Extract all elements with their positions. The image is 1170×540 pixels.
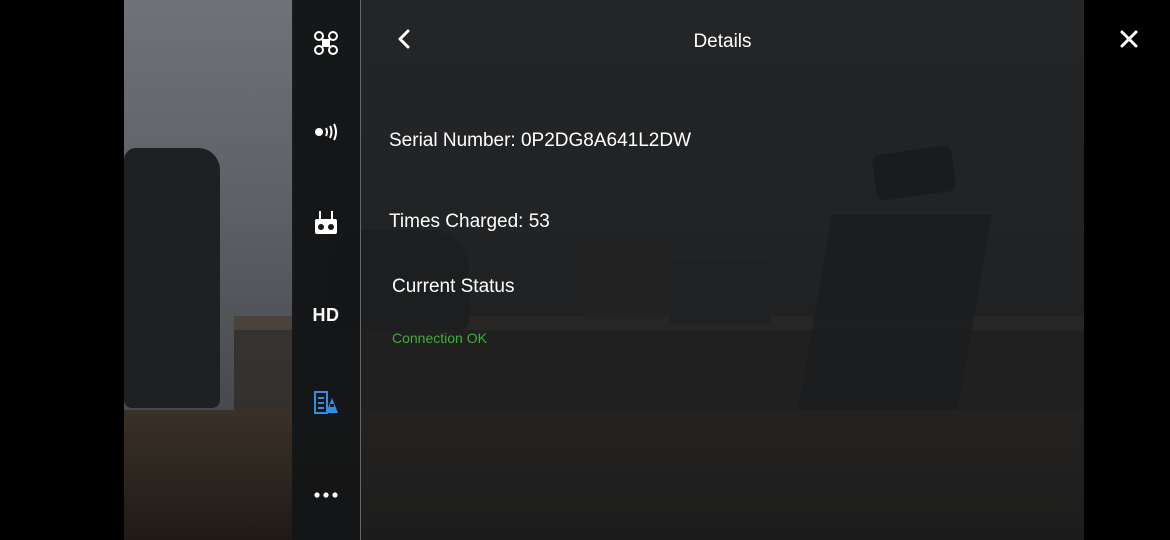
settings-sidebar: HD: [292, 0, 361, 540]
sidebar-item-aircraft[interactable]: [292, 23, 360, 67]
sidebar-item-hd[interactable]: HD: [292, 293, 360, 337]
sidebar-item-signal[interactable]: [292, 112, 360, 156]
status-value: Connection OK: [392, 330, 487, 346]
remote-controller-icon: [313, 209, 339, 242]
sidebar-item-more[interactable]: [292, 473, 360, 517]
more-icon: [313, 486, 339, 504]
close-icon: [1119, 29, 1139, 54]
page-title: Details: [693, 31, 752, 52]
battery-info-icon: [312, 390, 340, 421]
times-charged-text: Times Charged: 53: [389, 211, 550, 232]
serial-number-text: Serial Number: 0P2DG8A641L2DW: [389, 130, 692, 151]
drone-icon: [312, 29, 340, 62]
camera-chair-left: [124, 148, 220, 408]
hd-label: HD: [312, 304, 340, 325]
current-status-heading: Current Status: [392, 276, 515, 297]
close-button[interactable]: [1112, 24, 1146, 58]
sidebar-item-remote[interactable]: [292, 203, 360, 247]
sidebar-item-battery[interactable]: [292, 383, 360, 427]
signal-icon: [311, 120, 341, 149]
details-panel: Details Serial Number: 0P2DG8A641L2DW Ti…: [361, 0, 1084, 540]
